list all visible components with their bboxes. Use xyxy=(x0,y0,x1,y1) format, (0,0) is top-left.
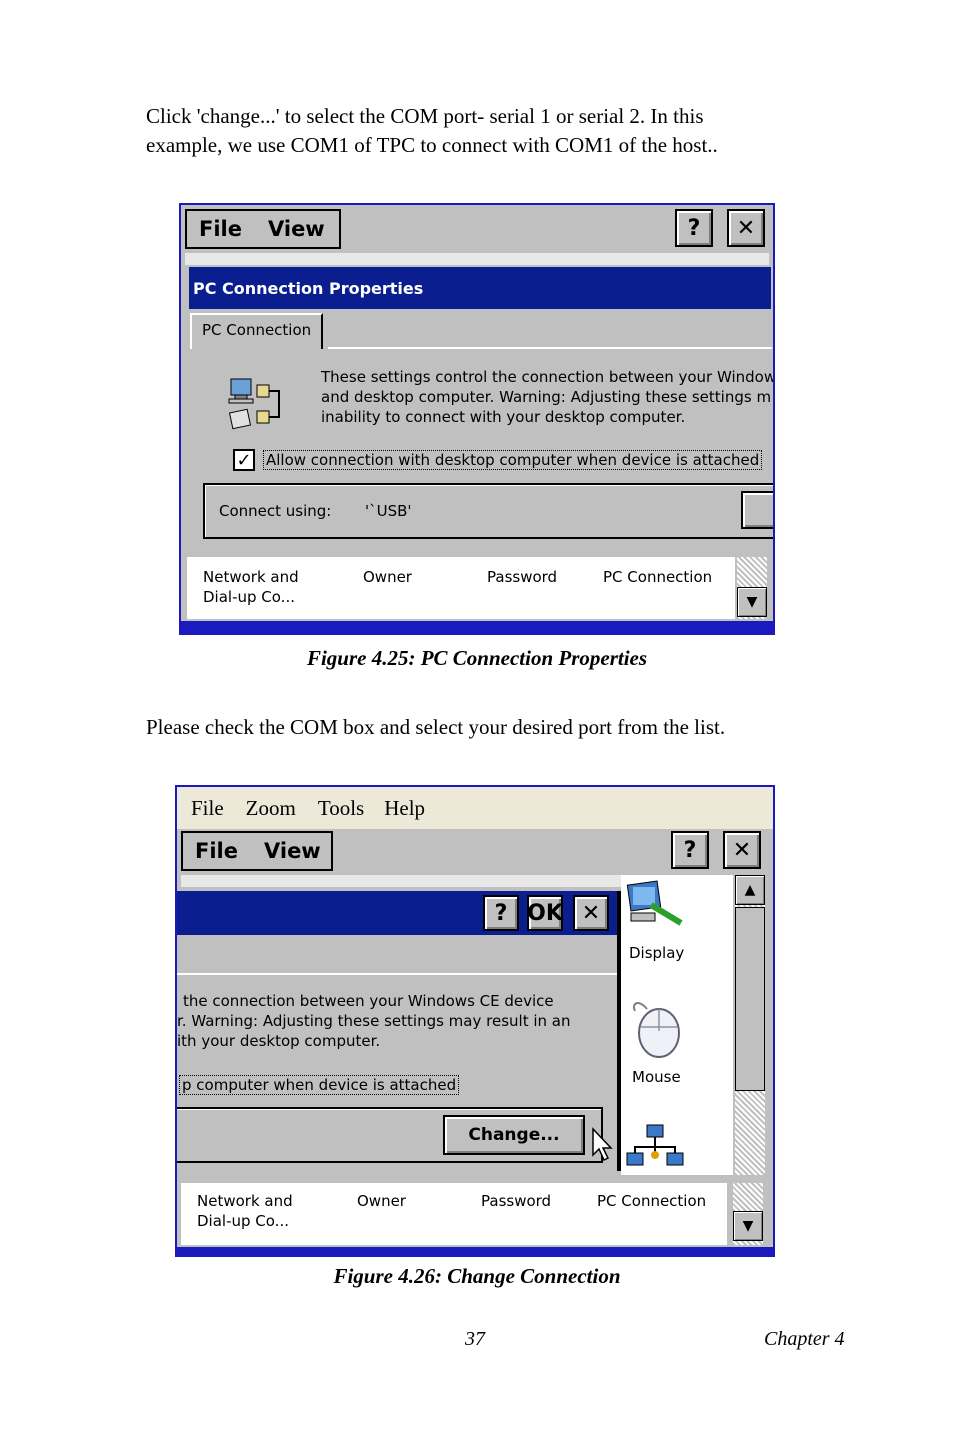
mouse-cursor-icon xyxy=(592,1127,613,1162)
instruction-paragraph: Please check the COM box and select your… xyxy=(146,715,726,739)
display-icon[interactable] xyxy=(625,879,687,931)
menu-top-file[interactable]: File xyxy=(191,798,224,819)
cp-item-password[interactable]: Password xyxy=(481,1191,551,1211)
menu-view[interactable]: View xyxy=(264,839,321,863)
cp-item-owner[interactable]: Owner xyxy=(357,1191,406,1211)
control-panel-items: Network and Dial-up Co... Owner Password … xyxy=(181,1183,727,1245)
toolbar-strip xyxy=(181,875,621,887)
change-button[interactable]: Change... xyxy=(443,1115,585,1155)
cp-item-pc-connection[interactable]: PC Connection xyxy=(603,567,712,587)
taskbar-strip xyxy=(181,621,773,633)
menu-file[interactable]: File xyxy=(199,217,242,241)
close-button[interactable]: ✕ xyxy=(723,831,761,869)
desc-line-2: and desktop computer. Warning: Adjusting… xyxy=(321,388,772,406)
intro-line-2: example, we use COM1 of TPC to connect w… xyxy=(146,133,718,157)
cp-item-owner[interactable]: Owner xyxy=(363,567,412,587)
page-number: 37 xyxy=(465,1328,485,1350)
dialog-ok-button[interactable]: OK xyxy=(527,895,563,931)
allow-connection-label[interactable]: Allow connection with desktop computer w… xyxy=(263,450,763,470)
screenshot-pc-connection-properties: File View ? ✕ PC Connection Properties P… xyxy=(179,203,775,635)
desc-line-2: r. Warning: Adjusting these settings may… xyxy=(177,1012,571,1030)
close-button[interactable]: ✕ xyxy=(727,209,765,247)
desc-line-1: the connection between your Windows CE d… xyxy=(183,992,554,1010)
desc-line-1: These settings control the connection be… xyxy=(321,368,775,386)
taskbar-strip xyxy=(177,1247,773,1255)
display-label[interactable]: Display xyxy=(629,943,684,963)
chapter-label: Chapter 4 xyxy=(764,1328,845,1350)
menu-top-help[interactable]: Help xyxy=(384,798,425,819)
desc-line-3: inability to connect with your desktop c… xyxy=(321,408,686,426)
intro-line-1: Click 'change...' to select the COM port… xyxy=(146,104,704,128)
toolbar-strip xyxy=(185,253,769,265)
help-button[interactable]: ? xyxy=(675,209,713,247)
tab-divider xyxy=(177,973,617,975)
mouse-icon[interactable] xyxy=(629,997,685,1059)
cp-item-network[interactable]: Network and Dial-up Co... xyxy=(203,567,299,607)
mouse-label[interactable]: Mouse xyxy=(632,1067,681,1087)
desc-line-3: ith your desktop computer. xyxy=(177,1032,381,1050)
connect-using-label: Connect using: xyxy=(219,502,332,520)
cp-item-network[interactable]: Network and Dial-up Co... xyxy=(197,1191,293,1231)
cp-item-pc-connection[interactable]: PC Connection xyxy=(597,1191,706,1211)
dialog-help-button[interactable]: ? xyxy=(483,895,519,931)
figure-caption-2: Figure 4.26: Change Connection xyxy=(333,1264,621,1288)
scroll-up-icon[interactable]: ▲ xyxy=(735,875,765,905)
scroll-down-icon[interactable]: ▼ xyxy=(737,587,767,617)
pc-connection-icon xyxy=(228,378,280,430)
connect-using-value: '`USB' xyxy=(365,502,412,520)
screenshot-change-connection: File Zoom Tools Help File View ? ✕ ? OK … xyxy=(175,785,775,1257)
dialog-title: PC Connection Properties xyxy=(189,267,771,309)
help-button[interactable]: ? xyxy=(671,831,709,869)
menu-bar: File View xyxy=(181,831,333,871)
top-menu-bar: File Zoom Tools Help xyxy=(177,787,773,829)
menu-file[interactable]: File xyxy=(195,839,238,863)
menu-bar: File View xyxy=(185,209,341,249)
control-panel-items: Network and Dial-up Co... Owner Password … xyxy=(187,557,735,619)
dialog-close-button[interactable]: ✕ xyxy=(573,895,609,931)
tab-pc-connection[interactable]: PC Connection xyxy=(190,313,324,349)
menu-top-tools[interactable]: Tools xyxy=(318,798,364,819)
menu-top-zoom[interactable]: Zoom xyxy=(246,798,296,819)
menu-view[interactable]: View xyxy=(268,217,325,241)
tab-divider xyxy=(328,347,772,349)
network-icon[interactable] xyxy=(625,1123,687,1181)
scrollbar-thumb[interactable] xyxy=(735,907,765,1091)
scroll-down-icon[interactable]: ▼ xyxy=(733,1211,763,1241)
change-button-partial[interactable] xyxy=(741,491,773,529)
cp-item-password[interactable]: Password xyxy=(487,567,557,587)
allow-connection-label-partial[interactable]: p computer when device is attached xyxy=(179,1075,460,1095)
allow-connection-checkbox[interactable]: ✓ xyxy=(233,449,255,471)
intro-paragraph: Click 'change...' to select the COM port… xyxy=(146,102,718,160)
figure-caption-1: Figure 4.25: PC Connection Properties xyxy=(306,646,648,670)
